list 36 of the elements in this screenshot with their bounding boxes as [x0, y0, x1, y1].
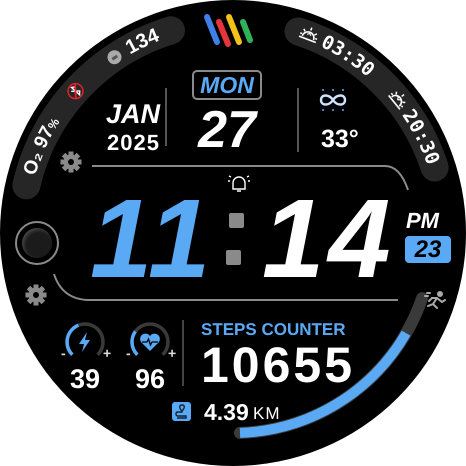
infinity-icon	[320, 89, 346, 111]
settings-icon[interactable]	[25, 284, 47, 306]
settings-icon[interactable]	[60, 151, 82, 173]
minus-sign: -	[126, 346, 131, 360]
year-label: 2025	[107, 132, 160, 154]
runner-icon	[424, 291, 446, 309]
day-number: 27	[196, 104, 259, 156]
weekday-label: MON	[192, 70, 262, 100]
gauge-fill	[130, 330, 139, 356]
minutes-digits: 14	[262, 183, 395, 295]
temperature: 33°	[321, 127, 359, 152]
gauge-value: 39	[68, 366, 102, 393]
oxygen-reading: O₂ 97 %	[20, 116, 62, 178]
seconds-label: 23	[405, 236, 451, 263]
period-label: PM	[406, 210, 439, 232]
month-label: JAN	[106, 101, 160, 128]
steps-title: STEPS COUNTER	[201, 321, 346, 338]
distance-value: 4.39	[204, 401, 249, 424]
disc-icon	[108, 50, 122, 64]
lightning-icon	[79, 332, 90, 352]
sunset-icon	[388, 90, 406, 110]
sunrise-icon	[298, 26, 318, 44]
heart-rate-icon	[140, 334, 160, 351]
steps-value: 10655	[201, 340, 356, 390]
plus-sign: +	[103, 346, 112, 360]
count-value: 134	[122, 24, 162, 59]
alarm-icon	[227, 175, 251, 192]
minus-sign: -	[61, 346, 66, 360]
hours-digits: 11	[90, 183, 214, 295]
color-bars-logo	[204, 14, 253, 47]
route-icon	[172, 402, 191, 421]
round-button[interactable]	[15, 221, 59, 265]
plus-sign: +	[168, 346, 176, 360]
gauge-fill	[65, 324, 80, 356]
distance-unit: KM	[253, 405, 280, 422]
gauge-value: 96	[134, 366, 166, 393]
